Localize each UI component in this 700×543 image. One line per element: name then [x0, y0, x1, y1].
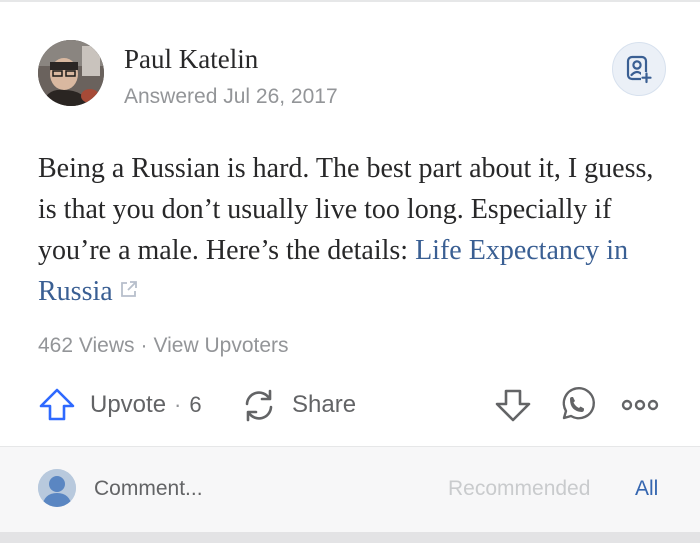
share-label: Share	[292, 391, 357, 418]
answer-header: Paul Katelin Answered Jul 26, 2017	[38, 40, 678, 109]
author-name[interactable]: Paul Katelin	[124, 44, 258, 75]
answer-stats: 462 Views · View Upvoters	[38, 334, 289, 358]
comment-bar: Comment... Recommended All	[0, 446, 700, 533]
external-link-icon	[119, 270, 139, 311]
view-upvoters-link[interactable]: View Upvoters	[154, 334, 289, 357]
arrow-down-icon	[495, 389, 531, 422]
upvote-count: 6	[189, 392, 202, 417]
user-avatar	[38, 469, 76, 507]
whatsapp-icon	[562, 387, 595, 420]
action-bar: Upvote · 6 Share	[38, 382, 668, 428]
whatsapp-button[interactable]	[556, 382, 596, 428]
bottom-divider	[0, 532, 700, 543]
user-silhouette-icon	[38, 469, 76, 507]
views-count: 462 Views	[38, 334, 135, 357]
comment-input[interactable]: Comment...	[94, 477, 203, 501]
upvote-separator: ·	[174, 392, 182, 417]
answer-body: Being a Russian is hard. The best part a…	[38, 148, 678, 312]
answer-date[interactable]: Answered Jul 26, 2017	[124, 85, 338, 109]
more-dots-icon	[621, 399, 659, 411]
author-avatar[interactable]	[38, 40, 104, 106]
downvote-button[interactable]	[494, 382, 532, 428]
upvote-label: Upvote	[90, 391, 167, 418]
sort-all-tab[interactable]: All	[635, 477, 658, 501]
arrow-up-icon	[39, 388, 75, 421]
share-cycle-icon	[245, 389, 273, 422]
share-button[interactable]: Share	[240, 382, 356, 428]
upvote-button[interactable]: Upvote · 6	[38, 382, 202, 428]
top-divider	[0, 0, 700, 2]
more-button[interactable]	[620, 382, 660, 428]
stats-separator: ·	[140, 334, 148, 357]
follow-person-plus-icon	[626, 55, 652, 84]
author-photo	[38, 40, 104, 106]
sort-recommended-tab[interactable]: Recommended	[448, 477, 590, 501]
follow-button[interactable]	[612, 42, 666, 96]
